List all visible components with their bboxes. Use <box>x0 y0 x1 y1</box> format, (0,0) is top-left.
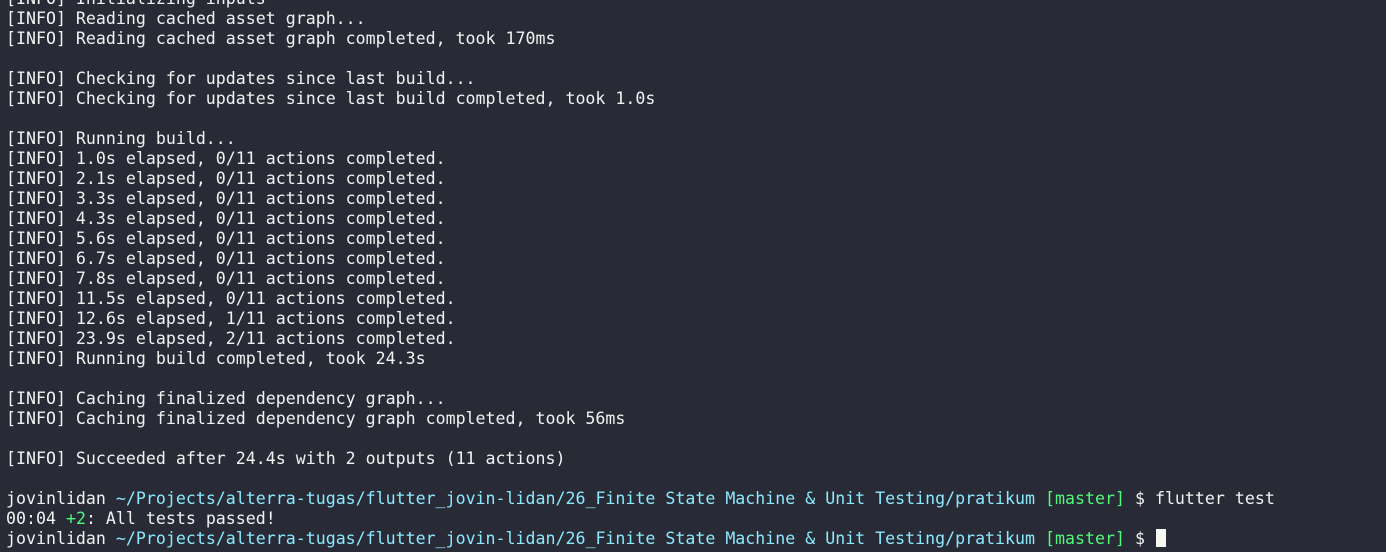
prompt-symbol: $ <box>1134 529 1145 548</box>
terminal-window[interactable]: [INFO] Initializing inputs [INFO] Readin… <box>0 0 1386 552</box>
prompt-git-branch: [master] <box>1045 489 1125 508</box>
prompt-path: ~/Projects/alterra-tugas/flutter_jovin-l… <box>115 529 1036 548</box>
prompt-git-branch: [master] <box>1045 529 1125 548</box>
log-line: [INFO] Caching finalized dependency grap… <box>6 409 626 428</box>
log-line: [INFO] 11.5s elapsed, 0/11 actions compl… <box>6 289 456 308</box>
terminal-output: [INFO] Initializing inputs [INFO] Readin… <box>6 0 1386 549</box>
log-line: [INFO] 7.8s elapsed, 0/11 actions comple… <box>6 269 446 288</box>
log-line: [INFO] 1.0s elapsed, 0/11 actions comple… <box>6 149 446 168</box>
log-line: [INFO] 2.1s elapsed, 0/11 actions comple… <box>6 169 446 188</box>
log-line: [INFO] Caching finalized dependency grap… <box>6 389 446 408</box>
test-result-line: 00:04 +2: All tests passed! <box>6 509 1386 529</box>
log-line: [INFO] 3.3s elapsed, 0/11 actions comple… <box>6 189 446 208</box>
test-result-message: : All tests passed! <box>85 509 276 528</box>
log-line: [INFO] Running build... <box>6 129 236 148</box>
prompt-symbol: $ <box>1134 489 1145 508</box>
log-line: [INFO] Initializing inputs <box>6 0 1386 9</box>
prompt-user: jovinlidan <box>6 529 106 548</box>
log-line: [INFO] Reading cached asset graph comple… <box>6 29 556 48</box>
log-line: [INFO] 4.3s elapsed, 0/11 actions comple… <box>6 209 446 228</box>
prompt-user: jovinlidan <box>6 489 106 508</box>
test-elapsed-time: 00:04 <box>6 509 56 528</box>
shell-prompt-line-active: jovinlidan ~/Projects/alterra-tugas/flut… <box>6 529 1386 549</box>
log-line: [INFO] Checking for updates since last b… <box>6 69 476 88</box>
text-cursor[interactable] <box>1155 529 1166 547</box>
log-line: [INFO] 5.6s elapsed, 0/11 actions comple… <box>6 229 446 248</box>
prompt-path: ~/Projects/alterra-tugas/flutter_jovin-l… <box>115 489 1036 508</box>
log-line: [INFO] Checking for updates since last b… <box>6 89 656 108</box>
log-line: [INFO] Succeeded after 24.4s with 2 outp… <box>6 449 566 468</box>
test-pass-count: +2 <box>65 509 86 528</box>
log-line: [INFO] 6.7s elapsed, 0/11 actions comple… <box>6 249 446 268</box>
log-line: [INFO] 23.9s elapsed, 2/11 actions compl… <box>6 329 456 348</box>
log-line: [INFO] 12.6s elapsed, 1/11 actions compl… <box>6 309 456 328</box>
log-line: [INFO] Reading cached asset graph... <box>6 9 366 28</box>
entered-command: flutter test <box>1154 489 1275 508</box>
log-line: [INFO] Running build completed, took 24.… <box>6 349 426 368</box>
shell-prompt-line: jovinlidan ~/Projects/alterra-tugas/flut… <box>6 489 1386 509</box>
